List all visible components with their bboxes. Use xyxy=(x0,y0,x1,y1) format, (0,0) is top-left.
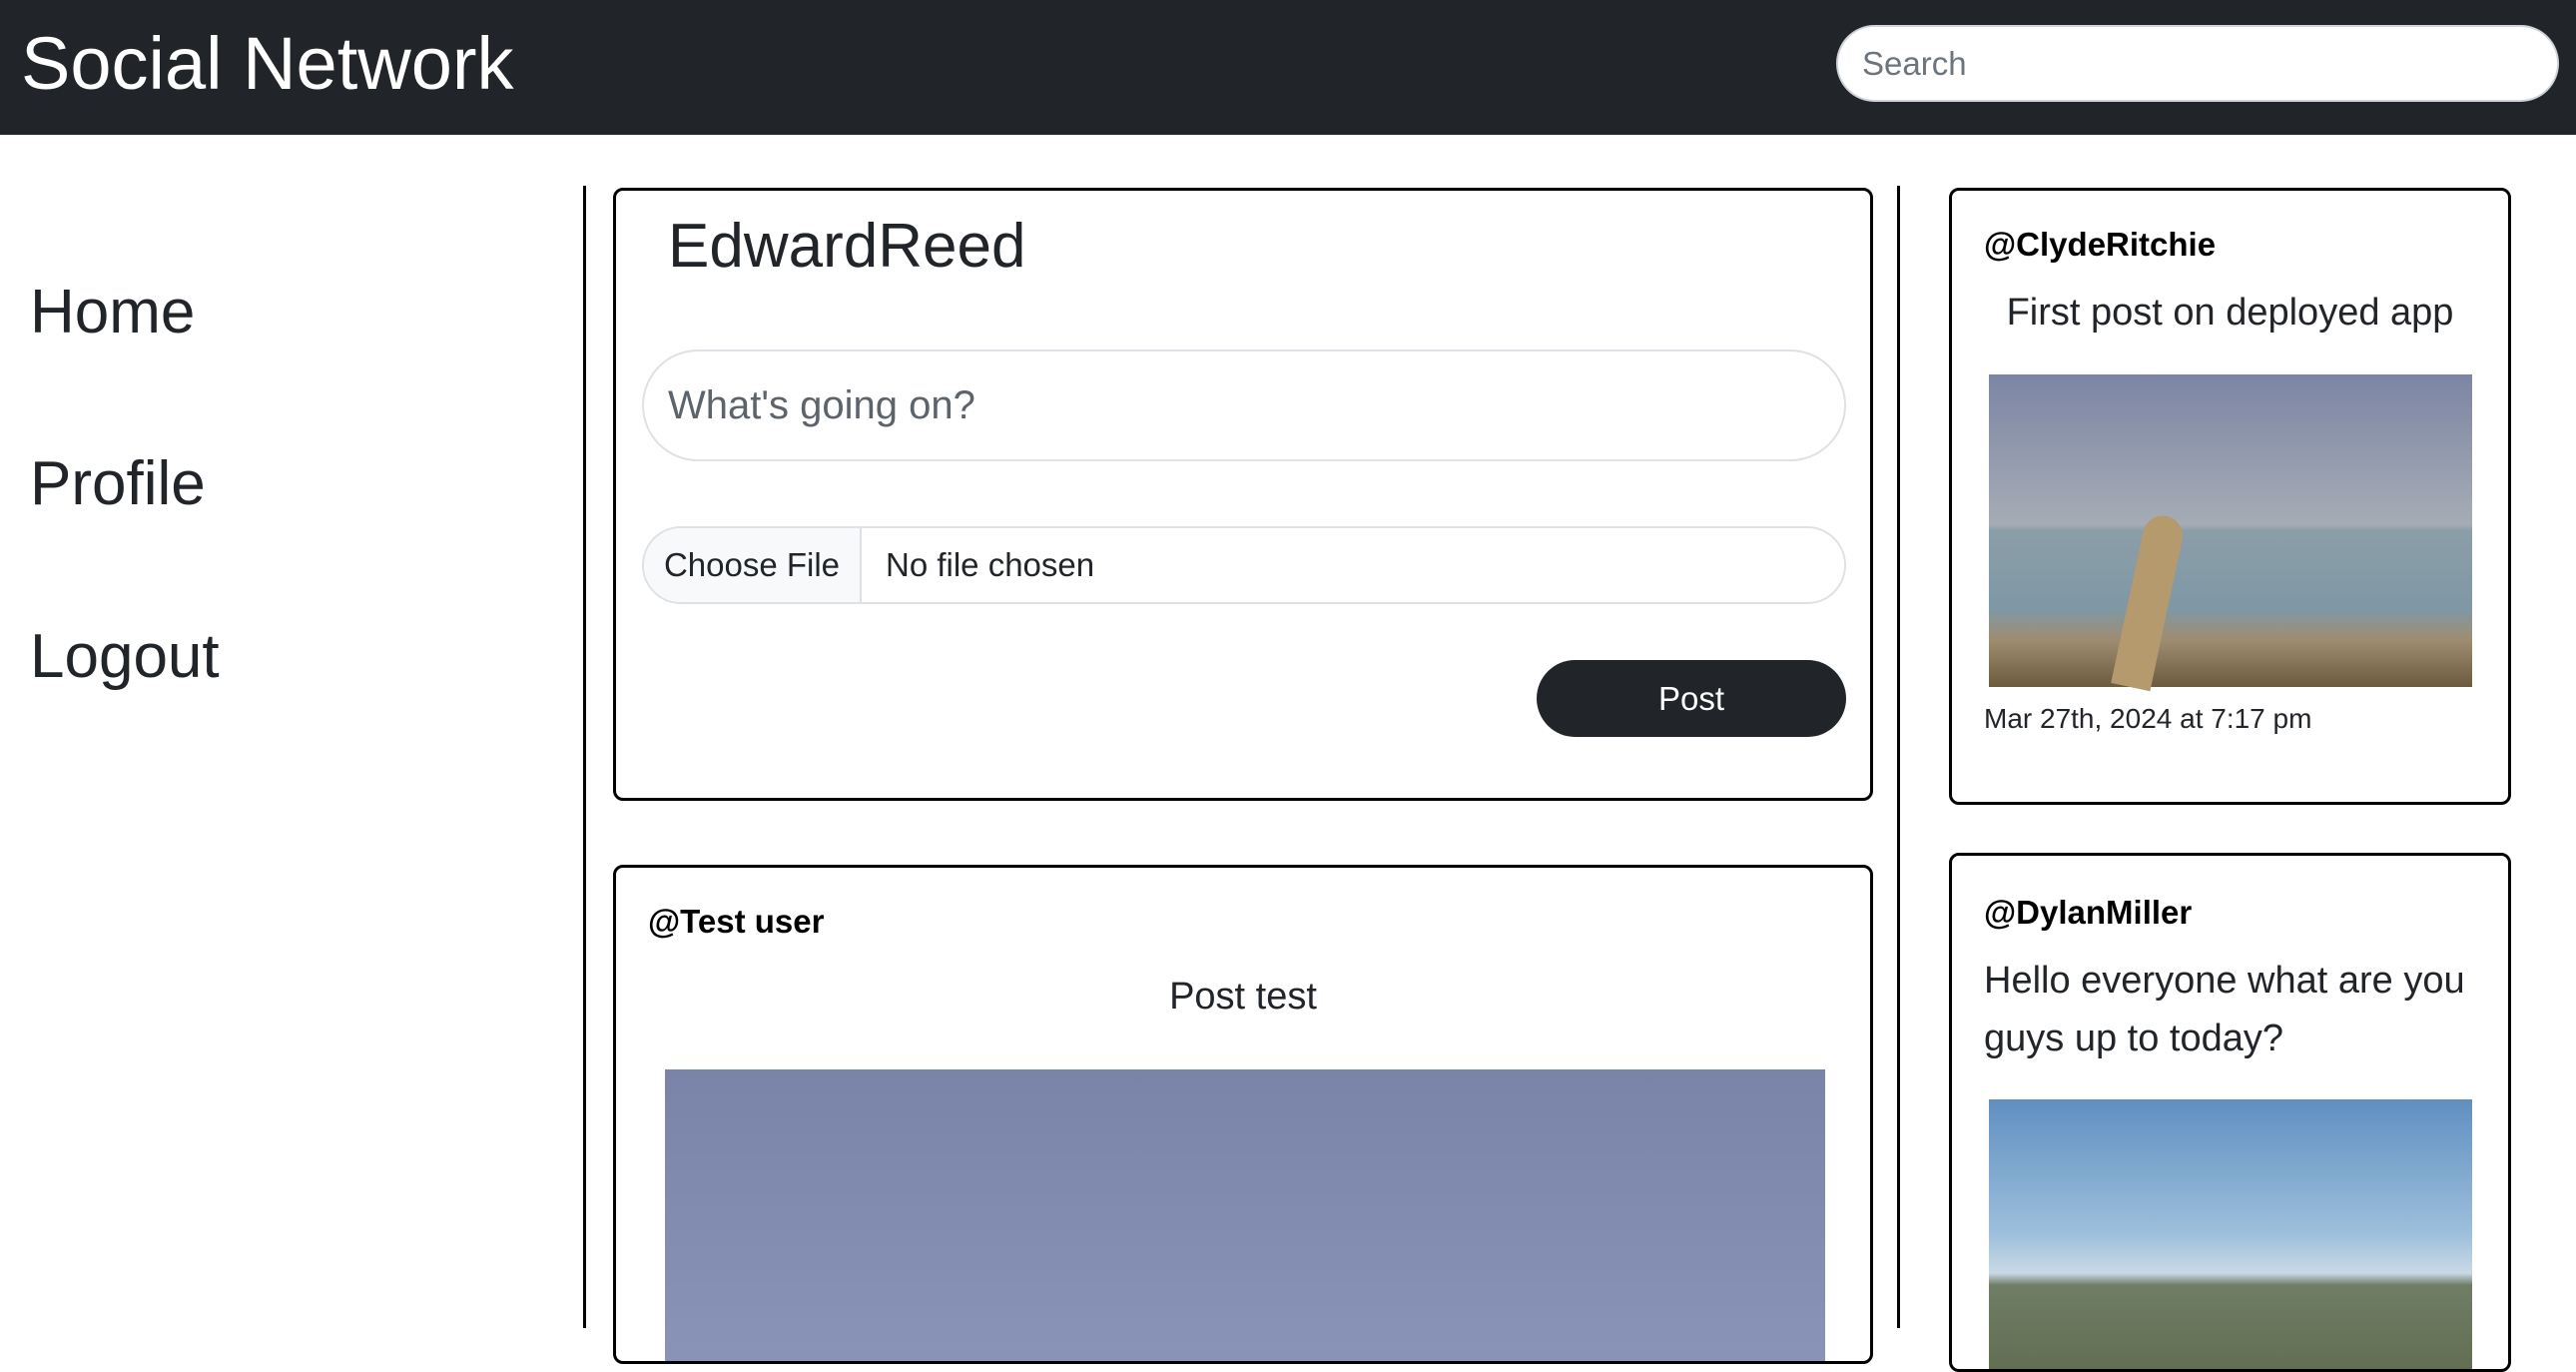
post-username[interactable]: @ClydeRitchie xyxy=(1984,226,2216,264)
sidebar-post: @ClydeRitchie First post on deployed app… xyxy=(1949,188,2511,805)
nav-home[interactable]: Home xyxy=(30,278,195,347)
file-input[interactable]: Choose File No file chosen xyxy=(642,526,1846,604)
post-text: First post on deployed app xyxy=(2006,292,2454,334)
search-input[interactable] xyxy=(1836,25,2559,102)
post-image xyxy=(1989,374,2472,692)
post-username[interactable]: @DylanMiller xyxy=(1984,894,2192,932)
divider-right xyxy=(1897,186,1900,1328)
post-text: Hello everyone what are you guys up to t… xyxy=(1984,960,2465,1059)
post-image xyxy=(1989,1099,2472,1369)
sidebar-post: @DylanMiller Hello everyone what are you… xyxy=(1949,853,2511,1372)
post-button[interactable]: Post xyxy=(1537,660,1846,737)
nav-logout[interactable]: Logout xyxy=(30,622,220,692)
compose-username: EdwardReed xyxy=(668,212,1026,281)
divider-left xyxy=(583,186,586,1328)
driftwood-shape xyxy=(2111,511,2187,692)
top-navbar: Social Network xyxy=(0,0,2576,135)
brand-logo[interactable]: Social Network xyxy=(21,14,514,114)
choose-file-button[interactable]: Choose File xyxy=(644,528,862,602)
post-date: Mar 27th, 2024 at 7:17 pm xyxy=(1984,703,2312,734)
file-status: No file chosen xyxy=(886,546,1095,583)
post-text: Post test xyxy=(1169,976,1317,1018)
feed-post: @Test user Post test xyxy=(613,865,1873,1364)
nav-profile[interactable]: Profile xyxy=(30,449,206,519)
post-username[interactable]: @Test user xyxy=(648,903,824,941)
compose-card: EdwardReed Choose File No file chosen Po… xyxy=(613,188,1873,801)
post-text-input[interactable] xyxy=(642,349,1846,461)
post-image xyxy=(665,1069,1825,1361)
